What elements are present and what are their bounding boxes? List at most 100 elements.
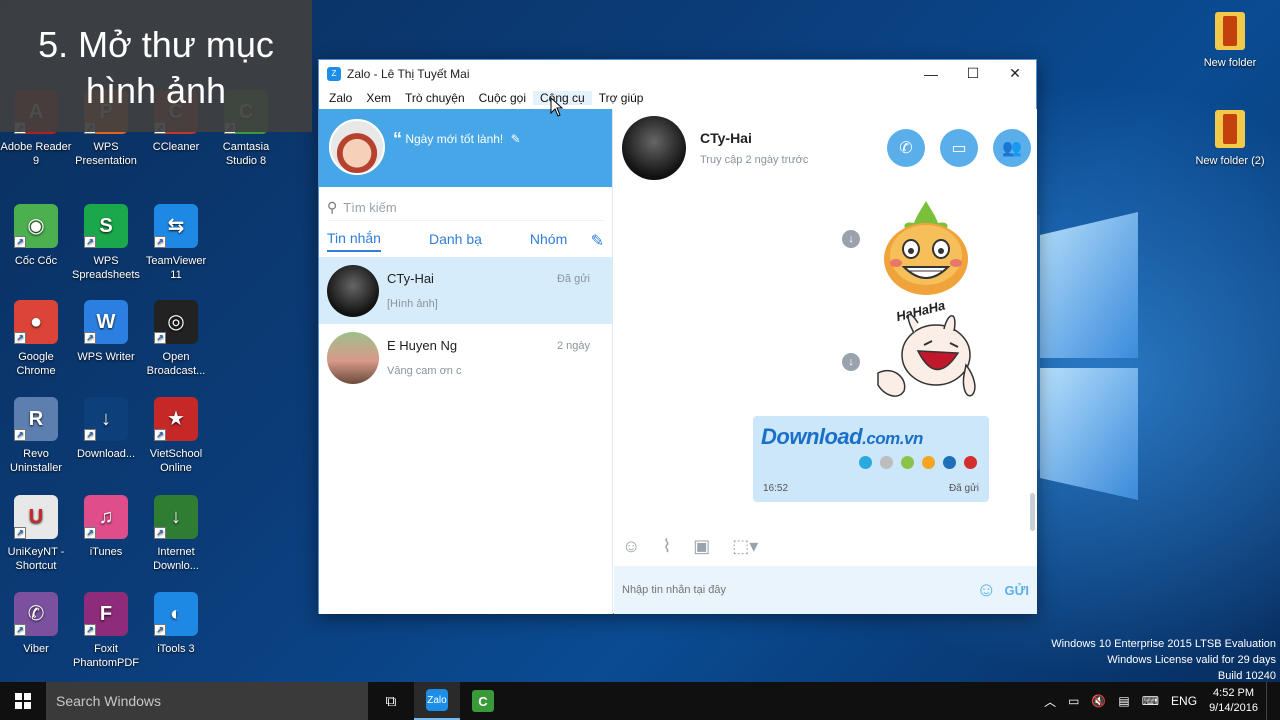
attachment-icon[interactable]: ⌇ (662, 536, 671, 557)
desktop-icon-label: New folder (2) (1195, 155, 1265, 167)
desktop-icon[interactable]: ♫ ↗ iTunes (70, 495, 142, 559)
desktop-icon[interactable]: R ↗ Revo Uninstaller (0, 397, 72, 475)
desktop-icon[interactable]: S ↗ WPS Spreadsheets (70, 204, 142, 282)
download-icon[interactable]: ↓ (842, 230, 860, 248)
language-indicator[interactable]: ENG (1171, 694, 1197, 708)
sticker-icon[interactable]: ☺ (622, 536, 640, 557)
task-view-icon[interactable]: ⧉ (368, 682, 414, 720)
desktop-icon[interactable]: ↓ ↗ Download... (70, 397, 142, 461)
screenshot-icon[interactable]: ⬚▾ (732, 536, 758, 557)
itunes-icon: ♫ ↗ (84, 495, 128, 539)
desktop-icon[interactable]: ● ↗ Google Chrome (0, 300, 72, 378)
menu-item-tro-giup[interactable]: Trợ giúp (592, 91, 651, 105)
my-avatar[interactable] (329, 119, 385, 175)
clock[interactable]: 4:52 PM 9/14/2016 (1209, 686, 1258, 716)
menu-bar: Zalo Xem Trò chuyện Cuộc gọi Công cụ Trợ… (319, 87, 1036, 109)
unikey-icon: U ↗ (14, 495, 58, 539)
status-message[interactable]: “ Ngày mới tốt lành! ✎ (393, 129, 521, 150)
tab-tin-nhan[interactable]: Tin nhắn (327, 230, 381, 252)
laughing-bunny-sticker[interactable]: HaHaHa (874, 295, 984, 407)
desktop-icon-label: Foxit PhantomPDF (72, 643, 140, 669)
tab-danh-ba[interactable]: Danh bạ (429, 231, 482, 251)
desktop-icon-label: VietSchool Online (149, 448, 203, 474)
windows-start-icon (15, 693, 31, 709)
taskbar-zalo-icon[interactable]: Zalo (414, 682, 460, 720)
taskbar-search[interactable]: Search Windows (46, 682, 368, 720)
desktop-icon[interactable]: ✆ ↗ Viber (0, 592, 72, 656)
search-icon: ⚲ (327, 199, 338, 215)
conversation-item[interactable]: CTy-Hai [Hình ảnh] Đã gửi (319, 257, 612, 324)
teamviewer-icon: ⇆ ↗ (154, 204, 198, 248)
shortcut-arrow-icon: ↗ (154, 527, 166, 539)
minimize-button[interactable]: — (910, 61, 952, 87)
send-button[interactable]: GỬI (1004, 583, 1029, 598)
compose-icon[interactable]: ✎ (591, 231, 604, 251)
color-dot (901, 456, 914, 469)
chevron-up-icon[interactable]: ︿ (1044, 693, 1056, 710)
emoji-icon[interactable]: ☺ (976, 579, 996, 602)
chat-contact-avatar[interactable] (622, 116, 686, 180)
chat-panel: CTy-Hai Truy cập 2 ngày trước ✆ ▭ 👥 ↓ ↓ … (614, 109, 1037, 614)
conversation-tabs: Tin nhắn Danh bạ Nhóm ✎ (319, 225, 612, 257)
shortcut-arrow-icon: ↗ (14, 624, 26, 636)
download-icon[interactable]: ↓ (842, 353, 860, 371)
idm-icon: ↓ ↗ (154, 495, 198, 539)
chat-scrollbar[interactable] (1030, 493, 1035, 531)
volume-muted-icon[interactable]: 🔇 (1091, 694, 1106, 708)
shortcut-arrow-icon: ↗ (154, 429, 166, 441)
maximize-button[interactable]: ☐ (952, 61, 994, 87)
revo-icon: R ↗ (14, 397, 58, 441)
desktop-icon[interactable]: W ↗ WPS Writer (70, 300, 142, 364)
download-link-card[interactable]: Download.com.vn 16:52 Đã gửi (753, 416, 989, 502)
menu-item-zalo[interactable]: Zalo (322, 91, 359, 105)
card-brand-name: Download (761, 424, 863, 449)
chat-contact-name: CTy-Hai (700, 130, 752, 146)
conversation-item[interactable]: E Huyen Ng Vâng cam ơn c 2 ngày (319, 324, 612, 391)
battery-icon[interactable]: ▭ (1068, 694, 1079, 708)
desktop-icon[interactable]: ★ ↗ VietSchool Online (140, 397, 212, 475)
window-titlebar[interactable]: Z Zalo - Lê Thị Tuyết Mai — ☐ ✕ (319, 60, 1036, 87)
desktop-icon[interactable]: ◎ ↗ Open Broadcast... (140, 300, 212, 378)
folder-icon (1215, 12, 1245, 50)
desktop-icon-label: WPS Presentation (75, 141, 137, 167)
clock-date: 9/14/2016 (1209, 702, 1258, 714)
desktop-icon-new-folder-2[interactable]: New folder (2) (1194, 110, 1266, 168)
desktop-icon[interactable]: F ↗ Foxit PhantomPDF (70, 592, 142, 670)
desktop-icon-label: Viber (23, 643, 49, 655)
desktop-icon-label: WPS Writer (77, 351, 135, 363)
add-friend-icon[interactable]: 👥 (993, 129, 1031, 167)
desktop-icon-new-folder[interactable]: New folder (1194, 12, 1266, 70)
start-button[interactable] (0, 682, 46, 720)
search-input[interactable]: Tìm kiếm (343, 200, 396, 215)
image-icon[interactable]: ▣ (693, 536, 710, 557)
desktop-icon-label: Adobe Reader 9 (0, 141, 72, 167)
menu-item-cuoc-goi[interactable]: Cuộc gọi (472, 91, 533, 105)
network-icon[interactable]: ▤ (1118, 694, 1129, 708)
desktop-icon[interactable]: ◐ ↗ iTools 3 (140, 592, 212, 656)
pencil-icon[interactable]: ✎ (511, 132, 521, 146)
viber-icon: ✆ ↗ (14, 592, 58, 636)
desktop-icon[interactable]: ◉ ↗ Cốc Cốc (0, 204, 72, 268)
close-button[interactable]: ✕ (994, 61, 1036, 87)
show-desktop-button[interactable] (1266, 682, 1280, 720)
color-dot (943, 456, 956, 469)
tab-nhom[interactable]: Nhóm (530, 231, 567, 251)
download-icon: ↓ ↗ (84, 397, 128, 441)
menu-item-tro-chuyen[interactable]: Trò chuyện (398, 91, 472, 105)
search-box[interactable]: ⚲ Tìm kiếm (327, 195, 604, 221)
taskbar-camtasia-icon[interactable]: C (460, 682, 506, 720)
menu-item-xem[interactable]: Xem (359, 91, 398, 105)
onion-sticker[interactable] (876, 197, 976, 297)
zalo-window: Z Zalo - Lê Thị Tuyết Mai — ☐ ✕ Zalo Xem… (318, 59, 1037, 614)
desktop-icon-label: UniKeyNT - Shortcut (7, 546, 65, 572)
message-input[interactable] (622, 584, 977, 596)
keyboard-icon[interactable]: ⌨ (1142, 694, 1159, 708)
tutorial-caption: 5. Mở thư mục hình ảnh (0, 0, 312, 132)
phone-icon[interactable]: ✆ (887, 129, 925, 167)
desktop-icon[interactable]: ⇆ ↗ TeamViewer 11 (140, 204, 212, 282)
desktop-icon-label: Internet Downlo... (153, 546, 199, 572)
desktop-icon[interactable]: U ↗ UniKeyNT - Shortcut (0, 495, 72, 573)
folder-icon[interactable]: ▭ (940, 129, 978, 167)
desktop-icon[interactable]: ↓ ↗ Internet Downlo... (140, 495, 212, 573)
zalo-logo-icon: Z (327, 66, 341, 81)
